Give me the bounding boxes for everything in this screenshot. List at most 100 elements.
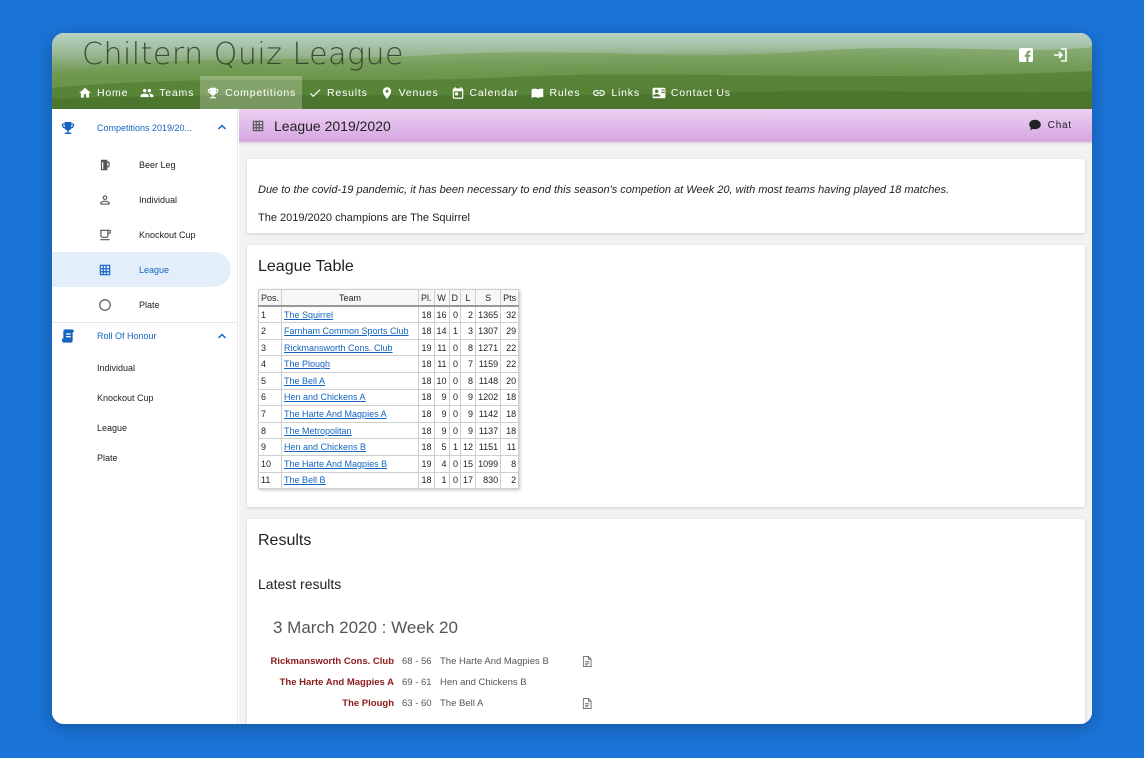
col-lost[interactable]: L xyxy=(460,289,477,308)
sidebar-item-label: League xyxy=(139,264,170,275)
facebook-icon[interactable] xyxy=(1018,47,1034,63)
team-link[interactable]: The Metropolitan xyxy=(284,426,352,436)
sidebar-sub-label: Individual xyxy=(97,363,136,373)
league-table: Pos. Team Pl. W D L S Pts 1 The Squirrel 1… xyxy=(257,289,520,490)
team-cell[interactable]: The Bell B xyxy=(281,471,420,490)
team-link[interactable]: Rickmansworth Cons. Club xyxy=(284,343,393,353)
nav-links[interactable]: Links xyxy=(586,76,646,109)
sidebar-item-label: Beer Leg xyxy=(139,159,176,170)
team-cell[interactable]: The Harte And Magpies A xyxy=(281,405,420,423)
team-link[interactable]: Hen and Chickens A xyxy=(284,392,366,402)
result-row: The Harte And Magpies A 69 - 61 Hen and Ch… xyxy=(247,677,647,691)
stat-cell: 3 xyxy=(460,322,477,340)
nav-results[interactable]: Results xyxy=(302,76,374,109)
scoresheet-icon[interactable] xyxy=(582,656,592,667)
chevron-up-icon[interactable] xyxy=(217,331,227,341)
sidebar-group-roll-label: Roll Of Honour xyxy=(97,331,157,341)
stat-cell: 18 xyxy=(418,405,435,423)
team-cell[interactable]: Rickmansworth Cons. Club xyxy=(281,338,420,357)
team-link[interactable]: Farnham Common Sports Club xyxy=(284,326,409,336)
stat-cell: 15 xyxy=(460,454,477,473)
nav-venues[interactable]: Venues xyxy=(374,76,445,109)
sidebar-item-individual[interactable]: Individual xyxy=(52,182,237,217)
stat-cell: 18 xyxy=(418,322,435,340)
pos-cell: 11 xyxy=(257,471,283,490)
trophy-icon xyxy=(207,87,219,98)
team-cell[interactable]: The Squirrel xyxy=(281,305,420,324)
col-score[interactable]: S xyxy=(475,289,502,308)
team-link[interactable]: The Plough xyxy=(284,359,330,369)
home-team[interactable]: The Plough xyxy=(342,698,394,709)
stat-cell: 22 xyxy=(500,338,520,357)
team-cell[interactable]: The Bell A xyxy=(281,371,420,390)
nav-rules[interactable]: Rules xyxy=(525,76,587,109)
stat-cell: 1099 xyxy=(475,454,502,473)
table-row: 1 The Squirrel 18 16 0 2 1365 32 xyxy=(257,305,520,324)
nav-competitions[interactable]: Competitions xyxy=(200,76,303,109)
chevron-up-icon[interactable] xyxy=(217,122,227,132)
col-won[interactable]: W xyxy=(433,289,450,308)
sidebar-item-knockout-cup[interactable]: Knockout Cup xyxy=(52,217,237,252)
home-team[interactable]: The Harte And Magpies A xyxy=(280,677,394,688)
nav-links-label: Links xyxy=(611,86,640,99)
sidebar-item-league[interactable]: League xyxy=(52,252,231,287)
team-cell[interactable]: The Metropolitan xyxy=(281,421,420,440)
col-pos[interactable]: Pos. xyxy=(257,289,283,308)
nav-calendar[interactable]: Calendar xyxy=(445,76,525,109)
away-team[interactable]: Hen and Chickens B xyxy=(440,677,527,688)
sidebar-group-roll-of-honour[interactable]: Roll Of Honour xyxy=(52,323,237,349)
nav-venues-label: Venues xyxy=(398,86,439,99)
stat-cell: 18 xyxy=(418,421,435,440)
champions-text: The 2019/2020 champions are The Squirrel xyxy=(258,212,470,224)
stat-cell: 9 xyxy=(460,388,477,407)
stat-cell: 16 xyxy=(433,305,450,324)
results-card: Results Latest results 3 March 2020 : We… xyxy=(247,519,1085,724)
stat-cell: 0 xyxy=(448,405,462,423)
stat-cell: 1202 xyxy=(475,388,502,407)
col-played[interactable]: Pl. xyxy=(418,289,435,308)
sidebar-roll-league[interactable]: League xyxy=(52,413,237,443)
home-team[interactable]: Rickmansworth Cons. Club xyxy=(270,656,394,667)
team-cell[interactable]: Hen and Chickens B xyxy=(281,438,420,456)
col-points[interactable]: Pts xyxy=(500,289,520,308)
stat-cell: 1159 xyxy=(475,355,502,373)
team-cell[interactable]: The Harte And Magpies B xyxy=(281,454,420,473)
nav-contact[interactable]: Contact Us xyxy=(646,76,737,109)
team-cell[interactable]: Hen and Chickens A xyxy=(281,388,420,407)
sidebar-roll-plate[interactable]: Plate xyxy=(52,443,237,473)
away-team[interactable]: The Harte And Magpies B xyxy=(440,656,549,667)
chat-button[interactable]: Chat xyxy=(1028,118,1072,132)
col-drawn[interactable]: D xyxy=(448,289,462,308)
sidebar-item-beer-leg[interactable]: Beer Leg xyxy=(52,147,237,182)
team-cell[interactable]: The Plough xyxy=(281,355,420,373)
sidebar-item-plate[interactable]: Plate xyxy=(52,287,237,322)
nav-teams[interactable]: Teams xyxy=(134,76,200,109)
team-link[interactable]: The Bell A xyxy=(284,376,325,386)
team-link[interactable]: Hen and Chickens B xyxy=(284,442,366,452)
stat-cell: 0 xyxy=(448,388,462,407)
people-icon xyxy=(140,88,154,97)
sidebar-item-label: Plate xyxy=(139,299,160,310)
stat-cell: 22 xyxy=(500,355,520,373)
team-link[interactable]: The Harte And Magpies B xyxy=(284,459,387,469)
scoresheet-icon[interactable] xyxy=(582,698,592,709)
sidebar-group-competitions[interactable]: Competitions 2019/20... xyxy=(52,109,237,147)
stat-cell: 0 xyxy=(448,471,462,490)
match-score: 63 - 60 xyxy=(402,698,432,709)
login-icon[interactable] xyxy=(1052,47,1068,63)
team-link[interactable]: The Bell B xyxy=(284,475,326,485)
stat-cell: 9 xyxy=(433,405,450,423)
away-team[interactable]: The Bell A xyxy=(440,698,483,709)
pos-cell: 1 xyxy=(257,305,283,324)
team-cell[interactable]: Farnham Common Sports Club xyxy=(281,322,420,340)
site-title[interactable]: Chiltern Quiz League xyxy=(82,37,404,72)
team-link[interactable]: The Harte And Magpies A xyxy=(284,409,387,419)
col-team[interactable]: Team xyxy=(281,289,420,308)
team-link[interactable]: The Squirrel xyxy=(284,310,333,320)
sidebar-roll-knockout-cup[interactable]: Knockout Cup xyxy=(52,383,237,413)
sidebar-roll-individual[interactable]: Individual xyxy=(52,353,237,383)
nav-home-label: Home xyxy=(97,86,129,99)
location-pin-icon xyxy=(382,86,391,99)
book-icon xyxy=(531,88,543,98)
nav-home[interactable]: Home xyxy=(72,76,134,109)
